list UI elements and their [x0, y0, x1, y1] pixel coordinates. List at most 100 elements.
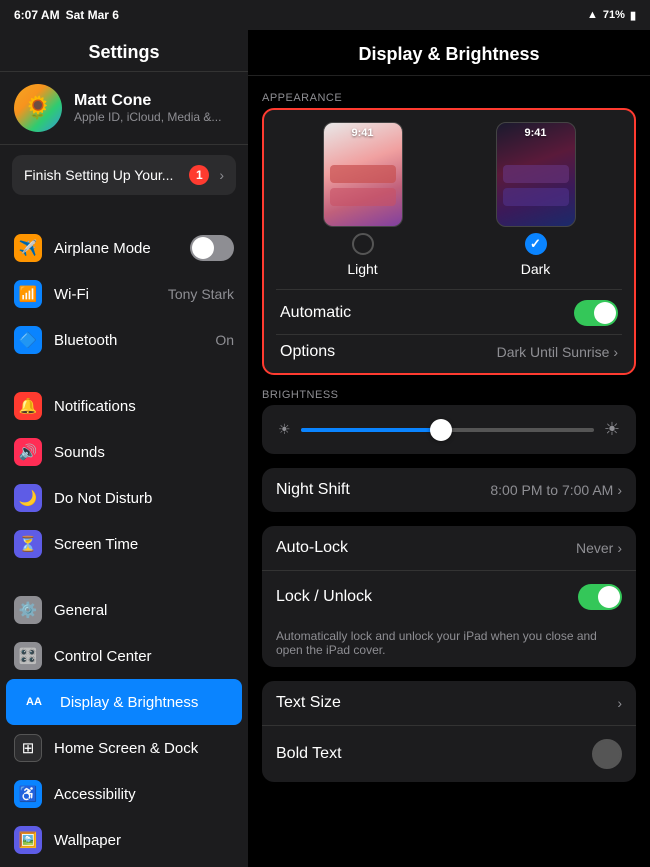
sidebar-item-label: Wallpaper	[54, 832, 234, 849]
automatic-label: Automatic	[280, 304, 351, 322]
sounds-icon: 🔊	[14, 438, 42, 466]
brightness-section: BRIGHTNESS ☀ ☀	[262, 389, 636, 454]
appearance-section-label: APPEARANCE	[262, 92, 636, 104]
light-preview: 9:41	[323, 122, 403, 227]
dark-preview: 9:41	[496, 122, 576, 227]
chevron-right-icon: ›	[617, 540, 622, 556]
text-size-row[interactable]: Text Size ›	[262, 681, 636, 725]
brightness-high-icon: ☀	[604, 419, 620, 440]
sidebar-item-wifi[interactable]: 📶 Wi-Fi Tony Stark	[0, 271, 248, 317]
options-row[interactable]: Options Dark Until Sunrise ›	[276, 334, 622, 361]
sidebar-item-donotdisturb[interactable]: 🌙 Do Not Disturb	[0, 475, 248, 521]
general-icon: ⚙️	[14, 596, 42, 624]
controlcenter-icon: 🎛️	[14, 642, 42, 670]
bluetooth-icon: 🔷	[14, 326, 42, 354]
chevron-right-icon: ›	[613, 344, 618, 360]
options-value: Dark Until Sunrise ›	[497, 344, 618, 360]
bold-text-toggle[interactable]	[592, 739, 622, 769]
night-shift-label: Night Shift	[276, 481, 350, 499]
setup-right: 1 ›	[189, 165, 224, 185]
auto-lock-row[interactable]: Auto-Lock Never ›	[262, 526, 636, 570]
airplane-toggle[interactable]	[190, 235, 234, 261]
sidebar-item-general[interactable]: ⚙️ General	[0, 587, 248, 633]
wifi-icon: ▲	[587, 9, 598, 21]
sidebar-section-notifications: 🔔 Notifications 🔊 Sounds 🌙 Do Not Distur…	[0, 383, 248, 567]
lock-card: Auto-Lock Never › Lock / Unlock Automati…	[262, 526, 636, 667]
automatic-row: Automatic	[276, 289, 622, 334]
profile-name: Matt Cone	[74, 92, 221, 110]
brightness-thumb[interactable]	[430, 419, 452, 441]
lock-unlock-toggle[interactable]	[578, 584, 622, 610]
sidebar-item-accessibility[interactable]: ♿ Accessibility	[0, 771, 248, 817]
time: 6:07 AM	[14, 8, 60, 22]
light-time: 9:41	[324, 127, 402, 139]
sidebar-title: Settings	[0, 30, 248, 72]
sidebar: Settings 🌻 Matt Cone Apple ID, iCloud, M…	[0, 30, 248, 867]
bluetooth-value: On	[215, 332, 234, 348]
sidebar-item-label: Airplane Mode	[54, 240, 178, 257]
sidebar-item-label: Sounds	[54, 444, 234, 461]
brightness-low-icon: ☀	[278, 421, 291, 438]
light-option[interactable]: 9:41 Light	[323, 122, 403, 277]
sidebar-item-label: Screen Time	[54, 536, 234, 553]
lock-unlock-note: Automatically lock and unlock your iPad …	[262, 623, 636, 667]
sidebar-item-wallpaper[interactable]: 🖼️ Wallpaper	[0, 817, 248, 863]
date: Sat Mar 6	[66, 8, 119, 22]
sidebar-item-screentime[interactable]: ⏳ Screen Time	[0, 521, 248, 567]
sidebar-item-label: General	[54, 602, 234, 619]
profile-row[interactable]: 🌻 Matt Cone Apple ID, iCloud, Media &...	[0, 72, 248, 145]
wifi-icon: 📶	[14, 280, 42, 308]
main-layout: Settings 🌻 Matt Cone Apple ID, iCloud, M…	[0, 30, 650, 867]
sidebar-item-notifications[interactable]: 🔔 Notifications	[0, 383, 248, 429]
status-right: ▲ 71% ▮	[587, 9, 636, 22]
wifi-value: Tony Stark	[168, 286, 234, 302]
night-shift-value: 8:00 PM to 7:00 AM ›	[490, 482, 622, 498]
sidebar-item-sounds[interactable]: 🔊 Sounds	[0, 429, 248, 475]
sidebar-item-displaybrightness[interactable]: AA Display & Brightness	[6, 679, 242, 725]
status-left: 6:07 AM Sat Mar 6	[14, 8, 119, 22]
battery-percent: 71%	[603, 9, 625, 21]
homescreen-icon: ⊞	[14, 734, 42, 762]
brightness-row: ☀ ☀	[278, 419, 620, 440]
sidebar-item-bluetooth[interactable]: 🔷 Bluetooth On	[0, 317, 248, 363]
automatic-toggle[interactable]	[574, 300, 618, 326]
setup-label: Finish Setting Up Your...	[24, 167, 173, 183]
donotdisturb-icon: 🌙	[14, 484, 42, 512]
dark-time: 9:41	[497, 127, 575, 139]
content-body: APPEARANCE 9:41	[248, 76, 650, 798]
dark-label: Dark	[521, 261, 551, 277]
night-shift-row[interactable]: Night Shift 8:00 PM to 7:00 AM ›	[262, 468, 636, 512]
sidebar-item-label: Accessibility	[54, 786, 234, 803]
wallpaper-icon: 🖼️	[14, 826, 42, 854]
chevron-right-icon: ›	[617, 482, 622, 498]
appearance-section: APPEARANCE 9:41	[262, 92, 636, 375]
sidebar-item-label: Do Not Disturb	[54, 490, 234, 507]
notifications-icon: 🔔	[14, 392, 42, 420]
options-label: Options	[280, 343, 335, 361]
sidebar-section-display: ⚙️ General 🎛️ Control Center AA Display …	[0, 587, 248, 867]
brightness-slider[interactable]	[301, 428, 594, 432]
sidebar-item-homescreen[interactable]: ⊞ Home Screen & Dock	[0, 725, 248, 771]
text-size-chevron: ›	[617, 695, 622, 711]
sidebar-item-label: Bluetooth	[54, 332, 203, 349]
sidebar-item-controlcenter[interactable]: 🎛️ Control Center	[0, 633, 248, 679]
profile-subtitle: Apple ID, iCloud, Media &...	[74, 110, 221, 124]
text-card: Text Size › Bold Text	[262, 681, 636, 782]
dark-radio[interactable]	[525, 233, 547, 255]
appearance-card: 9:41 Light 9:4	[262, 108, 636, 375]
sidebar-item-airplane[interactable]: ✈️ Airplane Mode	[0, 225, 248, 271]
lock-unlock-label: Lock / Unlock	[276, 588, 372, 606]
brightness-fill	[301, 428, 442, 432]
auto-lock-value: Never ›	[576, 540, 622, 556]
dark-option[interactable]: 9:41 Dark	[496, 122, 576, 277]
light-radio[interactable]	[352, 233, 374, 255]
sidebar-item-sirisearch[interactable]: 🎙️ Siri & Search	[0, 863, 248, 867]
appearance-options: 9:41 Light 9:4	[276, 122, 622, 277]
setup-row[interactable]: Finish Setting Up Your... 1 ›	[12, 155, 236, 195]
sidebar-item-label: Control Center	[54, 648, 234, 665]
light-label: Light	[347, 261, 377, 277]
night-shift-card: Night Shift 8:00 PM to 7:00 AM ›	[262, 468, 636, 512]
sidebar-item-label: Display & Brightness	[60, 694, 228, 711]
status-bar: 6:07 AM Sat Mar 6 ▲ 71% ▮	[0, 0, 650, 30]
sidebar-item-label: Home Screen & Dock	[54, 740, 234, 757]
